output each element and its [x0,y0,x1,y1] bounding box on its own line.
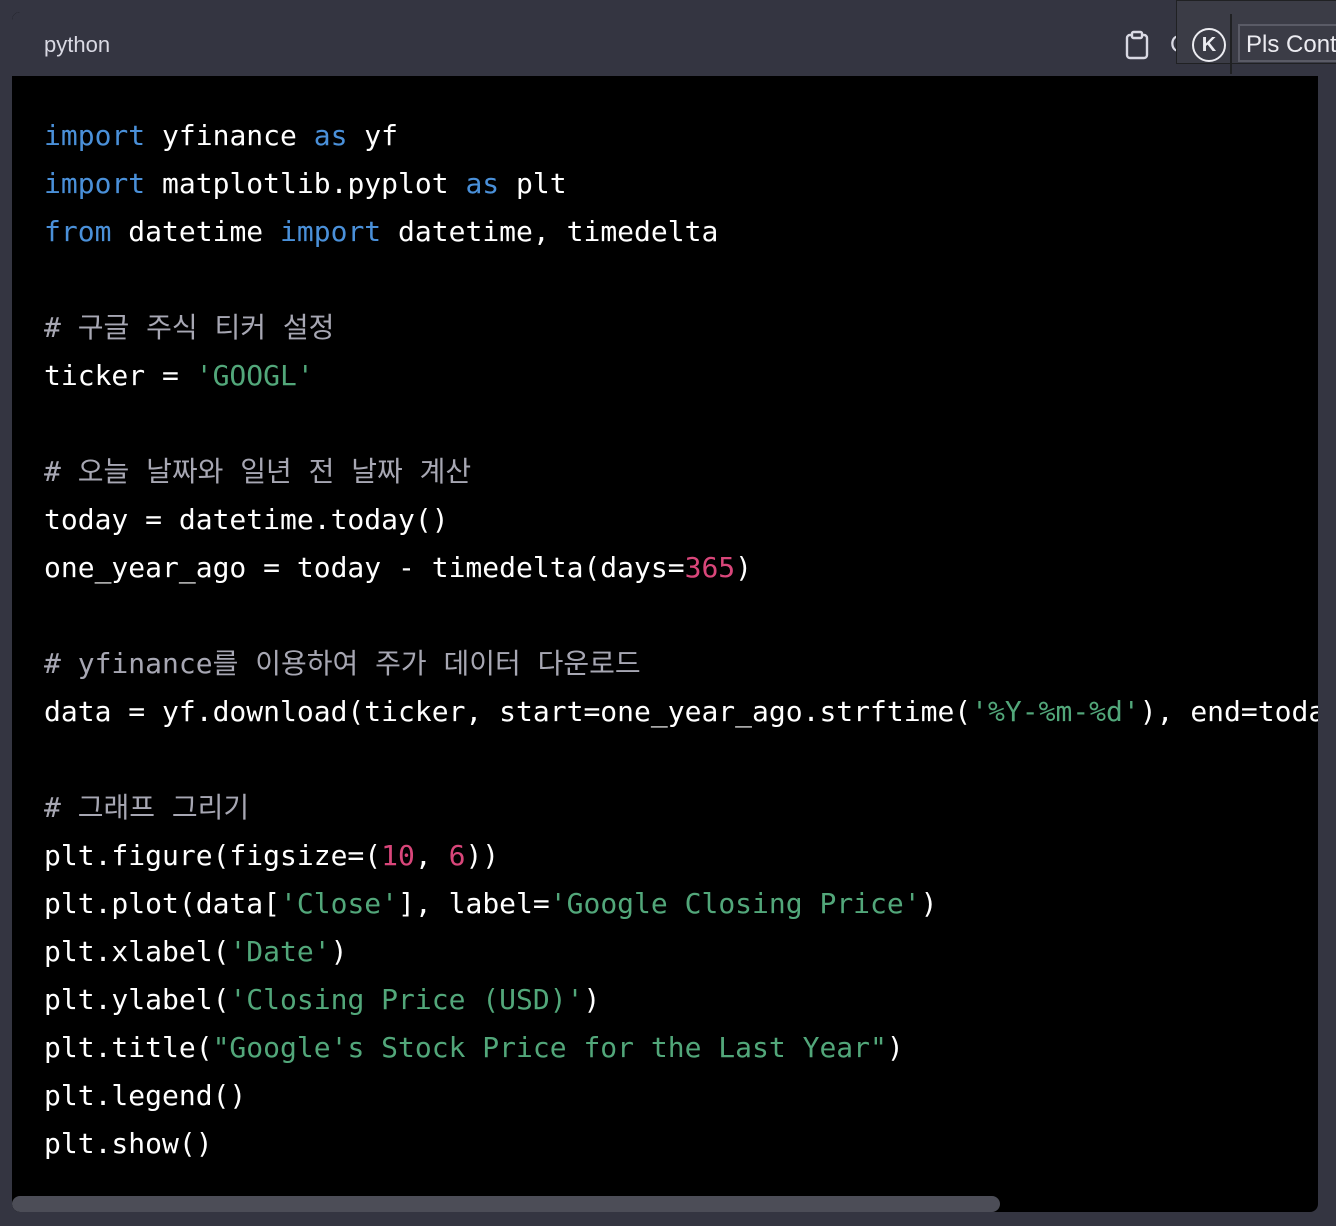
code-line: import matplotlib.pyplot as plt [44,160,1318,208]
code-text: plt.xlabel( [44,935,230,968]
code-text: ) [920,887,938,920]
code-string: 'Closing Price (USD)' [229,983,584,1016]
code-string: 'Close' [280,887,399,920]
code-string: 'Date' [229,935,331,968]
code-keyword: as [313,119,348,152]
code-number: 6 [448,839,466,872]
code-text: datetime [111,215,281,248]
code-line: ​ [44,256,1318,304]
code-text: plt [499,167,567,200]
code-text: , [414,839,449,872]
code-line: plt.legend() [44,1072,1318,1120]
clipboard-icon [1125,30,1149,60]
code-line: ​ [44,736,1318,784]
horizontal-scrollbar[interactable] [12,1196,1000,1212]
code-line: ​ [44,592,1318,640]
code-line: # 구글 주식 티커 설정 [44,304,1318,352]
code-block-header: python C [12,12,1318,76]
code-keyword: import [280,215,382,248]
code-line: # 오늘 날짜와 일년 전 날짜 계산 [44,448,1318,496]
code-text: ) [330,935,348,968]
code-text: plt.plot(data[ [44,887,281,920]
code-block: python C import yfinance as yfimport mat… [12,12,1318,1212]
code-text: plt.ylabel( [44,983,230,1016]
code-text: matplotlib.pyplot [145,167,466,200]
code-line: ​ [44,400,1318,448]
code-text: datetime, timedelta [381,215,719,248]
code-line: plt.xlabel('Date') [44,928,1318,976]
code-line: plt.figure(figsize=(10, 6)) [44,832,1318,880]
code-comment: # 그래프 그리기 [44,791,250,824]
code-content: import yfinance as yf import matplotlib.p… [44,112,1318,1168]
code-text: )) [465,839,500,872]
code-text: ) [735,551,753,584]
code-text: yfinance [145,119,314,152]
code-line: import yfinance as yf [44,112,1318,160]
code-text: plt.figure(figsize=( [44,839,382,872]
code-line: plt.title("Google's Stock Price for the … [44,1024,1318,1072]
code-text: plt.title( [44,1031,213,1064]
code-string: 'GOOGL' [195,359,314,392]
code-line: data = yf.download(ticker, start=one_yea… [44,688,1318,736]
code-number: 365 [684,551,736,584]
code-line: # 그래프 그리기 [44,784,1318,832]
extension-k-icon[interactable]: K [1192,28,1226,62]
code-text: plt.show() [44,1127,213,1160]
code-string: "Google's Stock Price for the Last Year" [212,1031,887,1064]
code-string: '%Y-%m-%d' [971,695,1140,728]
code-keyword: import [44,119,146,152]
code-text: ) [583,983,601,1016]
code-line: ticker = 'GOOGL' [44,352,1318,400]
extension-divider [1230,14,1232,74]
code-line: plt.show() [44,1120,1318,1168]
code-text: data = yf.download(ticker, start=one_yea… [44,695,972,728]
code-line: plt.plot(data['Close'], label='Google Cl… [44,880,1318,928]
code-text: today = datetime.today() [44,503,449,536]
pls-continue-button[interactable]: Pls Cont [1238,24,1336,62]
code-text: ), end=toda [1139,695,1318,728]
code-string: 'Google Closing Price' [549,887,921,920]
code-text: ], label= [398,887,550,920]
code-text: plt.legend() [44,1079,247,1112]
code-keyword: import [44,167,146,200]
code-line: one_year_ago = today - timedelta(days=36… [44,544,1318,592]
code-line: plt.ylabel('Closing Price (USD)') [44,976,1318,1024]
code-text: one_year_ago = today - timedelta(days= [44,551,685,584]
code-line: # yfinance를 이용하여 주가 데이터 다운로드 [44,640,1318,688]
language-label: python [44,32,111,57]
code-text: ) [886,1031,904,1064]
code-comment: # yfinance를 이용하여 주가 데이터 다운로드 [44,647,641,680]
code-text: yf [347,119,399,152]
code-line: today = datetime.today() [44,496,1318,544]
code-text: ticker = [44,359,196,392]
code-keyword: as [465,167,500,200]
code-comment: # 오늘 날짜와 일년 전 날짜 계산 [44,455,472,488]
code-comment: # 구글 주식 티커 설정 [44,311,335,344]
code-line: from datetime import datetime, timedelta [44,208,1318,256]
code-keyword: from [44,215,112,248]
code-number: 10 [381,839,415,872]
